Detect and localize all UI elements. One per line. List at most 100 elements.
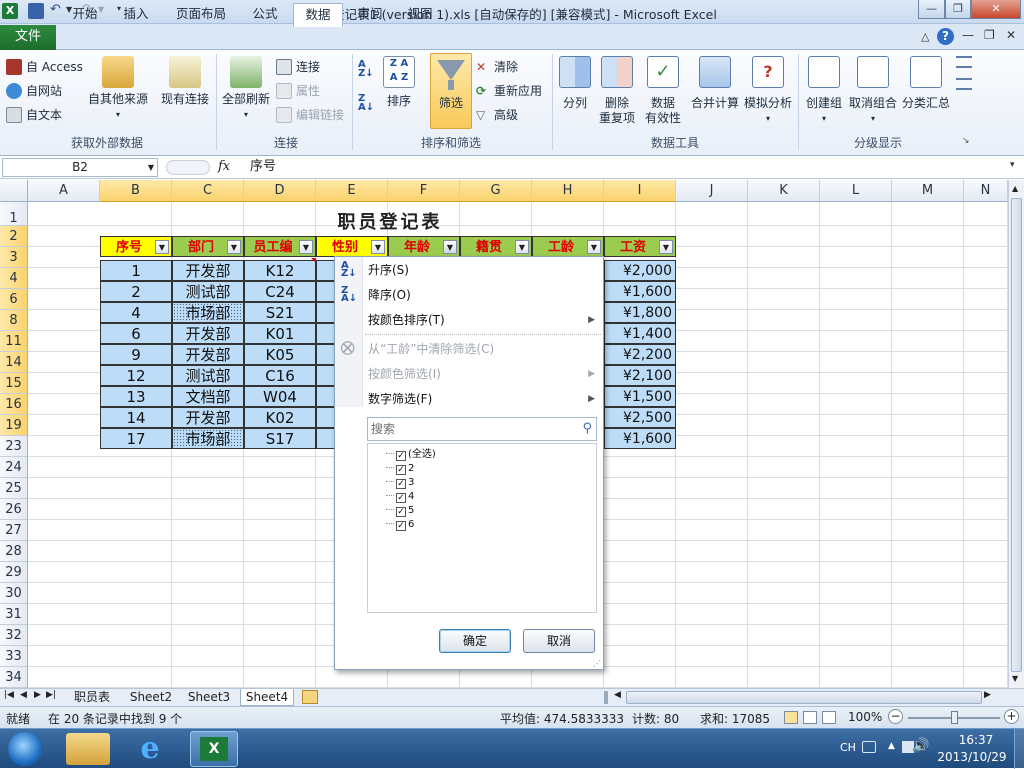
table-cell[interactable]: 测试部 [172,281,244,302]
table-cell[interactable]: 6 [100,323,172,344]
from-access-button[interactable]: 自 Access [6,58,88,76]
start-button-icon[interactable] [8,732,42,766]
column-header-j[interactable]: J [676,180,748,202]
table-cell[interactable]: 开发部 [172,344,244,365]
chevron-down-icon[interactable]: ▼ [148,159,154,176]
tab-page-layout[interactable]: 页面布局 [168,3,234,26]
from-text-button[interactable]: 自文本 [6,106,88,124]
edit-links-button[interactable]: 编辑链接 [276,106,356,124]
ok-button[interactable]: 确定 [439,629,511,653]
sort-button[interactable]: Z AA Z 排序 [382,56,416,126]
row-header-33[interactable]: 33 [0,646,28,667]
column-header-g[interactable]: G [460,180,532,202]
table-header-cell[interactable]: 序号 ▼ [100,236,172,257]
table-cell[interactable]: 17 [100,428,172,449]
table-cell[interactable]: ¥1,600 [604,281,676,302]
table-header-cell[interactable]: 籍贯 ▼ [460,236,532,257]
row-header-32[interactable]: 32 [0,625,28,646]
row-header-34[interactable]: 34 [0,667,28,688]
column-header-m[interactable]: M [892,180,964,202]
table-cell[interactable]: ¥1,600 [604,428,676,449]
table-cell[interactable]: ¥1,400 [604,323,676,344]
table-header-cell[interactable]: 部门 ▼ [172,236,244,257]
sort-descending-button[interactable]: Z A↓ [358,94,378,118]
insert-sheet-icon[interactable] [302,690,318,704]
page-break-view-icon[interactable] [822,711,836,724]
existing-connections-button[interactable]: 现有连接 [156,56,214,126]
zoom-slider-thumb[interactable] [951,711,958,724]
scroll-thumb[interactable] [1011,198,1022,672]
table-cell[interactable]: K05 [244,344,316,365]
row-header-3[interactable]: 3 [0,247,28,268]
filter-search-input[interactable]: 搜索 ⚲ [367,417,597,441]
keyboard-icon[interactable] [862,741,876,753]
sheet-tab-1[interactable]: 职员表 [64,689,120,706]
from-web-button[interactable]: 自网站 [6,82,88,100]
row-header-30[interactable]: 30 [0,583,28,604]
zoom-in-icon[interactable]: + [1004,709,1019,724]
filter-value-item[interactable]: ✓ 4 [386,490,414,503]
row-header-6[interactable]: 6 [0,289,28,310]
filter-dropdown-icon[interactable]: ▼ [659,240,673,254]
row-header-2[interactable]: 2 [0,226,28,247]
filter-dropdown-icon[interactable]: ▼ [227,240,241,254]
select-all-corner[interactable] [0,180,28,202]
filter-dropdown-icon[interactable]: ▼ [155,240,169,254]
column-header-a[interactable]: A [28,180,100,202]
show-desktop-button[interactable] [1014,729,1024,769]
table-cell[interactable]: 4 [100,302,172,323]
sort-descending-item[interactable]: Z A↓ 降序(O) [335,284,603,306]
row-header-1[interactable]: 1 [0,202,28,226]
checkbox-checked-icon[interactable]: ✓ [396,465,406,475]
table-cell[interactable]: ¥2,500 [604,407,676,428]
show-hidden-icons-icon[interactable]: ▲ [888,741,895,751]
connections-button[interactable]: 连接 [276,58,346,76]
reapply-button[interactable]: ⟳ 重新应用 [476,82,548,100]
checkbox-checked-icon[interactable]: ✓ [396,521,406,531]
filter-value-item[interactable]: ✓ 3 [386,476,414,489]
scroll-right-icon[interactable]: ▶ [984,690,991,700]
scroll-down-icon[interactable]: ▼ [1012,674,1018,683]
column-header-f[interactable]: F [388,180,460,202]
filter-dropdown-icon[interactable]: ▼ [515,240,529,254]
tab-formulas[interactable]: 公式 [242,3,288,26]
ribbon-minimize-icon[interactable]: △ [921,30,929,43]
row-header-23[interactable]: 23 [0,436,28,457]
column-header-k[interactable]: K [748,180,820,202]
workbook-restore-icon[interactable]: ❐ [984,28,995,42]
hide-detail-icon[interactable] [956,78,972,90]
zoom-level[interactable]: 100% [848,710,882,724]
checkbox-checked-icon[interactable]: ✓ [396,451,406,461]
tab-split-handle[interactable] [604,691,608,704]
sheet-tab-3[interactable]: Sheet3 [182,689,236,706]
row-header-29[interactable]: 29 [0,562,28,583]
cancel-button[interactable]: 取消 [523,629,595,653]
tab-view[interactable]: 视图 [398,3,442,26]
table-cell[interactable]: 开发部 [172,260,244,281]
minimize-button[interactable]: — [918,0,945,19]
ungroup-button[interactable]: 取消组合 ▾ [846,56,900,132]
sheet-tab-4[interactable]: Sheet4 [240,689,294,706]
table-cell[interactable]: K01 [244,323,316,344]
data-validation-button[interactable]: ✓ 数据 有效性 [640,56,686,132]
scroll-left-icon[interactable]: ◀ [614,690,621,700]
last-sheet-icon[interactable]: ▶| [46,690,56,700]
row-header-15[interactable]: 15 [0,373,28,394]
sheet-title-cell[interactable]: 职员登记表 [320,208,460,233]
from-other-sources-button[interactable]: 自其他来源 ▾ [86,56,150,126]
row-header-31[interactable]: 31 [0,604,28,625]
tab-data[interactable]: 数据 [293,3,343,27]
input-language-indicator[interactable]: CH [840,741,856,754]
table-cell[interactable]: 文档部 [172,386,244,407]
insert-function-icon[interactable]: fx [218,159,230,174]
table-cell[interactable]: ¥2,200 [604,344,676,365]
first-sheet-icon[interactable]: |◀ [4,690,14,700]
table-cell[interactable]: ¥2,100 [604,365,676,386]
table-header-cell[interactable]: 工龄 ▼ [532,236,604,257]
row-header-26[interactable]: 26 [0,499,28,520]
table-cell[interactable]: ¥1,500 [604,386,676,407]
advanced-filter-button[interactable]: ▽ 高级 [476,106,546,124]
vertical-scrollbar[interactable]: ▲ ▼ [1008,180,1024,688]
restore-button[interactable]: ❐ [945,0,971,19]
outline-dialog-launcher-icon[interactable]: ↘ [962,136,970,146]
